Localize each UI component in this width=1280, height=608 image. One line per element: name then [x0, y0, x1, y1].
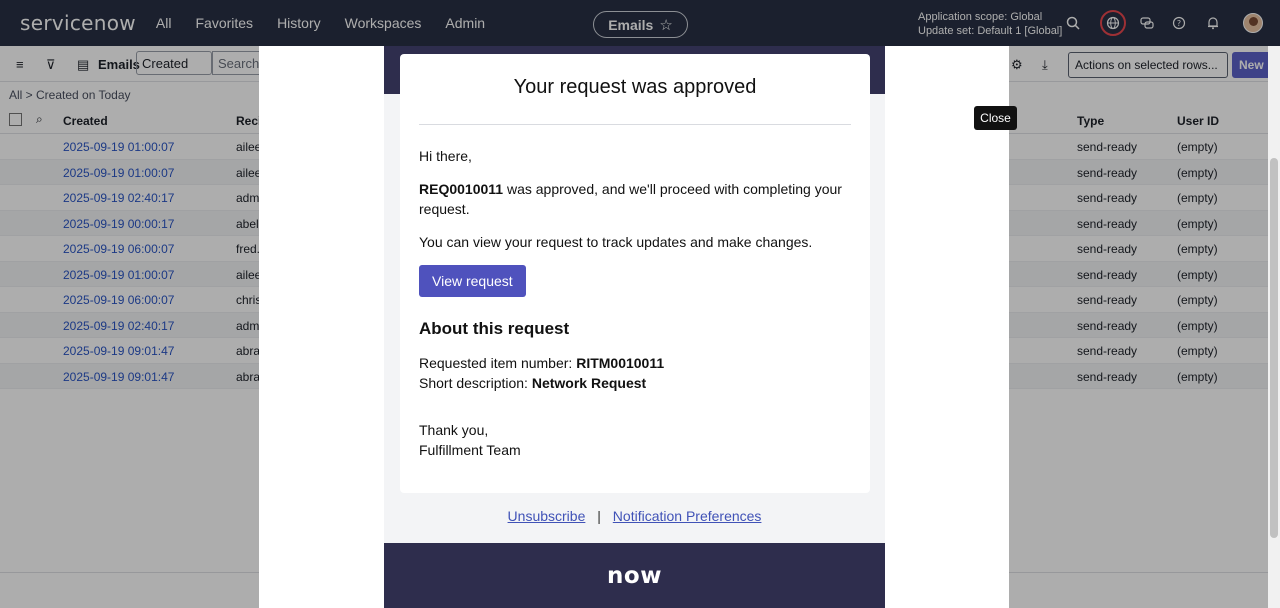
- now-logo: now: [607, 563, 662, 589]
- notification-preferences-link[interactable]: Notification Preferences: [613, 508, 762, 524]
- thanks-text: Thank you,: [419, 422, 489, 438]
- email-card: Your request was approved Hi there, REQ0…: [400, 54, 870, 493]
- scrollbar-thumb[interactable]: [1270, 158, 1278, 538]
- requested-item-value: RITM0010011: [576, 355, 665, 371]
- email-preview-modal: Your request was approved Hi there, REQ0…: [259, 46, 1009, 608]
- email-footer-links: Unsubscribe | Notification Preferences: [384, 508, 885, 524]
- short-description-value: Network Request: [531, 375, 647, 391]
- requested-item-line: Requested item number: RITM0010011: [419, 353, 851, 373]
- request-number: REQ0010011: [419, 181, 504, 197]
- requested-item-label: Requested item number:: [419, 355, 577, 371]
- divider: [419, 124, 851, 125]
- view-request-button[interactable]: View request: [419, 265, 526, 297]
- short-description-line: Short description: Network Request: [419, 373, 851, 393]
- close-tooltip: Close: [974, 106, 1017, 130]
- short-description-label: Short description:: [419, 375, 532, 391]
- email-footer-band: now: [384, 543, 885, 608]
- link-separator: |: [597, 508, 601, 524]
- email-content: Hi there, REQ0010011 was approved, and w…: [419, 146, 851, 460]
- unsubscribe-link[interactable]: Unsubscribe: [508, 508, 586, 524]
- greeting: Hi there,: [419, 148, 472, 164]
- approval-text: REQ0010011 was approved, and we'll proce…: [419, 179, 851, 219]
- email-title: Your request was approved: [513, 76, 757, 98]
- page-scrollbar[interactable]: [1268, 46, 1280, 608]
- signature-team: Fulfillment Team: [419, 442, 521, 458]
- view-text: You can view your request to track updat…: [419, 234, 813, 250]
- about-heading: About this request: [419, 319, 570, 338]
- email-body-wrapper: Your request was approved Hi there, REQ0…: [384, 46, 885, 608]
